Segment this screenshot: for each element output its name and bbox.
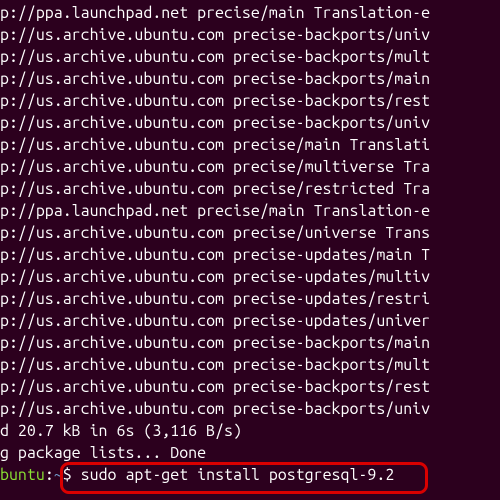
output-line: p://us.archive.ubuntu.com precise-update…	[0, 310, 500, 332]
output-line: p://us.archive.ubuntu.com precise-backpo…	[0, 332, 500, 354]
output-line: p://us.archive.ubuntu.com precise/restri…	[0, 178, 500, 200]
output-line: g package lists... Done	[0, 442, 500, 464]
output-line: p://ppa.launchpad.net precise/main Trans…	[0, 200, 500, 222]
output-line: p://us.archive.ubuntu.com precise-backpo…	[0, 24, 500, 46]
prompt-separator-dollar: $	[63, 466, 81, 484]
output-line: p://us.archive.ubuntu.com precise-backpo…	[0, 68, 500, 90]
output-line: p://us.archive.ubuntu.com precise-update…	[0, 244, 500, 266]
cursor	[394, 464, 403, 482]
output-line: p://us.archive.ubuntu.com precise/univer…	[0, 222, 500, 244]
output-line: d 20.7 kB in 6s (3,116 B/s)	[0, 420, 500, 442]
output-line: p://us.archive.ubuntu.com precise-update…	[0, 288, 500, 310]
output-line: p://us.archive.ubuntu.com precise-backpo…	[0, 376, 500, 398]
output-line: p://us.archive.ubuntu.com precise-backpo…	[0, 90, 500, 112]
output-line: p://us.archive.ubuntu.com precise-backpo…	[0, 46, 500, 68]
output-line: p://us.archive.ubuntu.com precise-backpo…	[0, 354, 500, 376]
terminal-output: p://ppa.launchpad.net precise/main Trans…	[0, 2, 500, 464]
output-line: p://us.archive.ubuntu.com precise/multiv…	[0, 156, 500, 178]
prompt-separator-colon: :	[45, 466, 54, 484]
command-input[interactable]: sudo apt-get install postgresql-9.2	[81, 466, 395, 484]
output-line: p://us.archive.ubuntu.com precise/main T…	[0, 134, 500, 156]
prompt-user-host: buntu	[0, 466, 45, 484]
output-line: p://ppa.launchpad.net precise/main Trans…	[0, 2, 500, 24]
prompt-cwd: ~	[54, 466, 63, 484]
output-line: p://us.archive.ubuntu.com precise-backpo…	[0, 112, 500, 134]
prompt-line[interactable]: buntu:~$ sudo apt-get install postgresql…	[0, 464, 500, 486]
output-line: p://us.archive.ubuntu.com precise-update…	[0, 266, 500, 288]
output-line: p://us.archive.ubuntu.com precise-backpo…	[0, 398, 500, 420]
terminal-window[interactable]: p://ppa.launchpad.net precise/main Trans…	[0, 0, 500, 500]
